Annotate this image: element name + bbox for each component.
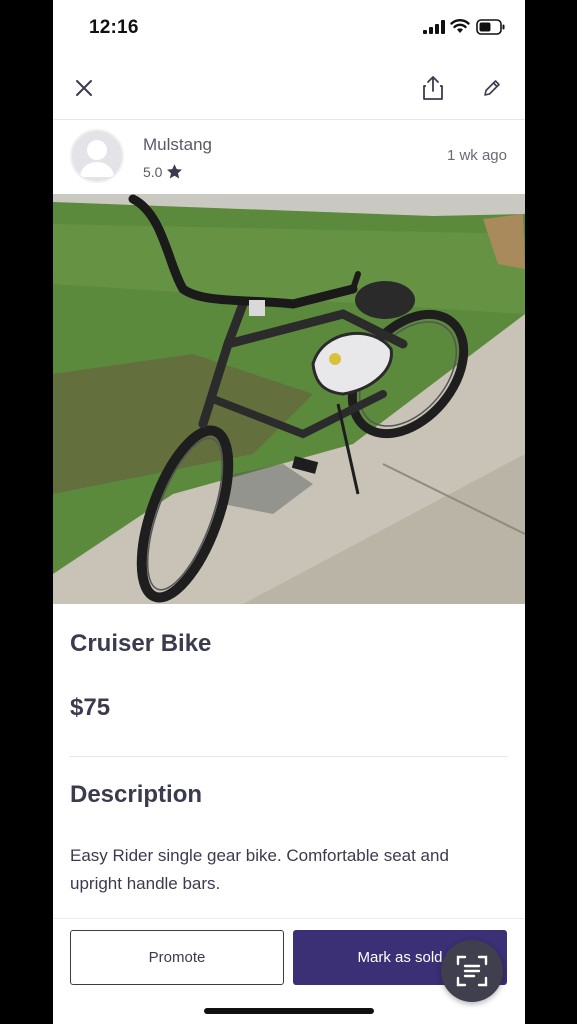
user-placeholder-icon [80,140,114,177]
text-scan-button[interactable] [441,940,503,1002]
seller-name[interactable]: Mulstang [143,135,212,155]
bike-photo-image [53,194,525,604]
details-divider [70,756,508,757]
listing-screen: 12:16 Mulstang 5.0 1 wk ago Cruiser Bike… [53,0,525,1024]
listing-photo[interactable] [53,194,525,604]
close-button[interactable] [66,70,102,106]
star-icon [167,164,183,179]
close-icon [76,80,92,96]
seller-rating: 5.0 [143,163,183,180]
seller-row[interactable]: Mulstang 5.0 1 wk ago [53,120,525,194]
home-indicator[interactable] [204,1008,374,1014]
listing-price: $75 [70,694,111,721]
listing-title: Cruiser Bike [70,630,212,657]
rating-value: 5.0 [143,163,163,180]
share-icon [423,76,443,100]
edit-button[interactable] [474,70,510,106]
description-text: Easy Rider single gear bike. Comfortable… [70,846,449,893]
posted-time: 1 wk ago [446,147,507,164]
actions-divider [53,918,525,919]
status-time: 12:16 [89,17,139,38]
avatar[interactable] [70,129,124,183]
cellular-signal-icon [423,20,445,34]
share-button[interactable] [415,70,451,106]
top-nav [53,60,525,118]
battery-icon [476,19,505,35]
promote-button[interactable]: Promote [70,930,284,985]
description-heading: Description [70,781,203,808]
scan-text-icon [456,955,488,987]
status-bar: 12:16 [53,0,525,56]
pencil-icon [484,80,500,96]
wifi-icon [450,19,470,33]
